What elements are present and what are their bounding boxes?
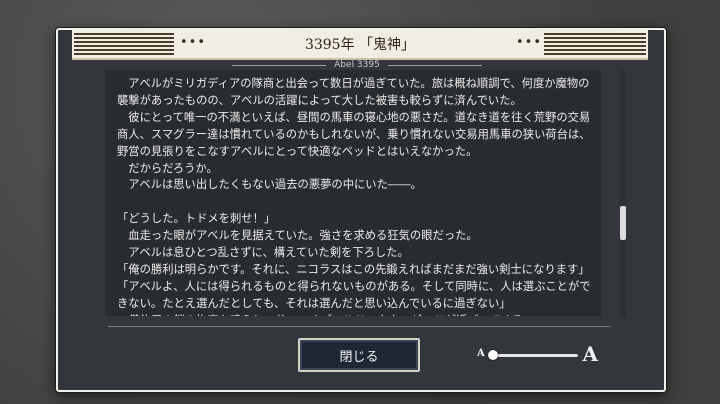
footer-divider bbox=[108, 326, 610, 327]
story-line: 「どうした。トドメを刺せ！」 bbox=[117, 212, 276, 226]
story-line: 「アベルよ、人には得られるものと得られないものがある。そして同時に、人は選ぶこと… bbox=[117, 279, 591, 293]
author-rule-left bbox=[232, 64, 327, 66]
story-text: アベルがミリガディアの隊商と出会って数日が過ぎていた。旅は概ね順調で、何度か魔物… bbox=[105, 70, 601, 316]
story-line: 襲撃があったものの、アベルの活躍によって大した被害も較らずに済んでいた。 bbox=[117, 93, 522, 107]
story-line: 儀礼用の鎧の拘束を鳴らし、父――オズワルド・タウンゼンドが近づいてくる。 bbox=[117, 313, 591, 316]
slider-knob[interactable] bbox=[488, 350, 498, 360]
story-line bbox=[117, 194, 591, 211]
story-line: 商人、スマグラー達は慣れているのかもしれないが、乗り慣れない交易用馬車の狭い荷台… bbox=[117, 127, 591, 141]
font-size-slider[interactable]: A A bbox=[474, 342, 602, 368]
title-dots-right: ••• bbox=[515, 35, 542, 50]
font-small-icon: A bbox=[477, 348, 485, 359]
slider-track[interactable] bbox=[492, 354, 578, 357]
story-line: アベルがミリガディアの隊商と出会って数日が過ぎていた。旅は概ね順調で、何度か魔物… bbox=[117, 77, 590, 90]
story-line: だからだろうか。 bbox=[117, 161, 218, 175]
font-large-icon: A bbox=[582, 342, 598, 366]
title-stripes-right bbox=[544, 33, 646, 55]
title-bar: ••• 3395年 「鬼神」 ••• bbox=[72, 30, 648, 60]
story-line: アベルは思い出したくもない過去の悪夢の中にいた――。 bbox=[117, 178, 422, 192]
story-line: きない。たとえ選んだとしても、それは選んだと思い込んでいるに過ぎない」 bbox=[117, 296, 511, 310]
scrollbar-thumb[interactable] bbox=[620, 206, 626, 240]
scrollbar[interactable] bbox=[620, 70, 626, 316]
author-label: Abel 3395 bbox=[334, 60, 380, 70]
story-line: 「俺の勝利は明らかです。それに、ニコラスはこの先鍛えればまだまだ強い剣士になりま… bbox=[117, 262, 590, 276]
close-button[interactable]: 閉じる bbox=[298, 338, 420, 372]
story-line: 血走った眼がアベルを見据えていた。強さを求める狂気の眼だった。 bbox=[117, 229, 478, 243]
story-text-panel[interactable]: アベルがミリガディアの隊商と出会って数日が過ぎていた。旅は概ね順調で、何度か魔物… bbox=[105, 70, 601, 316]
story-line: アベルは息ひとつ乱さずに、構えていた剣を下ろした。 bbox=[117, 246, 409, 260]
story-line: 野営の見張りをこなすアベルにとって快適なベッドとはいえなかった。 bbox=[117, 144, 478, 158]
story-line: 彼にとって唯一の不満といえば、昼間の馬車の寝心地の悪さだ。道なき道を往く荒野の交… bbox=[117, 110, 591, 124]
author-rule-right bbox=[387, 64, 482, 66]
